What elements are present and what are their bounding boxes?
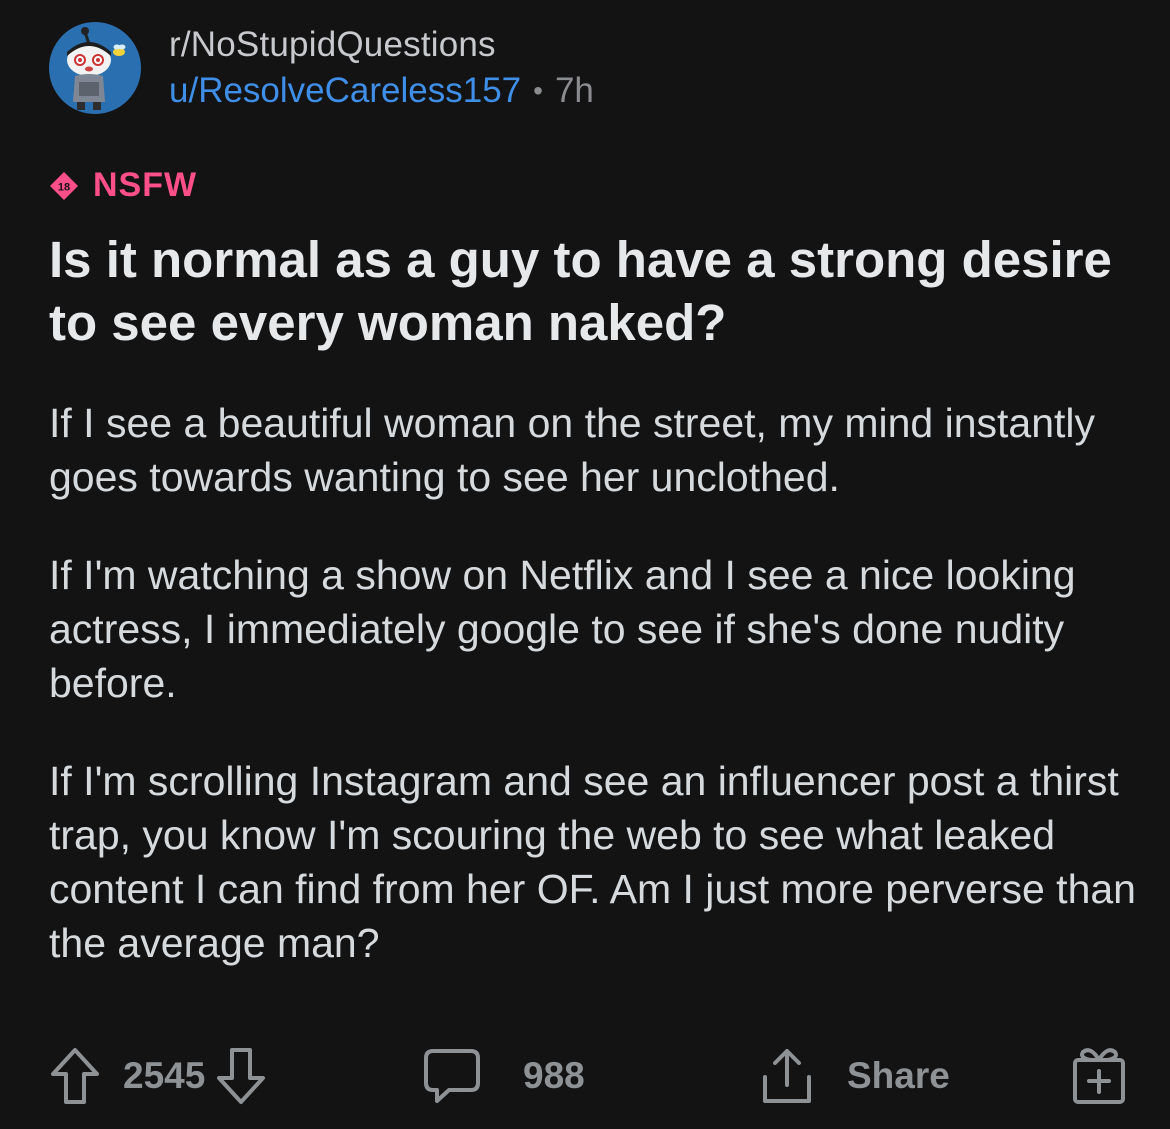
nsfw-18-icon: 18	[50, 171, 78, 200]
award-gift-icon	[1073, 1048, 1125, 1104]
downvote-button[interactable]	[215, 1046, 267, 1106]
post-age: 7h	[554, 71, 594, 110]
post-meta: r/NoStupidQuestions u/ResolveCareless157…	[169, 22, 594, 114]
share-button[interactable]: Share	[757, 1038, 950, 1114]
avatar-snoo-icon	[67, 27, 126, 110]
share-icon	[763, 1049, 811, 1103]
body-paragraph: If I see a beautiful woman on the street…	[49, 400, 1096, 500]
downvote-arrow-icon	[217, 1048, 266, 1104]
award-button[interactable]	[1069, 1038, 1129, 1114]
vote-group: 2545	[49, 1038, 267, 1114]
post-title[interactable]: Is it normal as a guy to have a strong d…	[49, 228, 1129, 354]
upvote-button[interactable]	[49, 1046, 101, 1106]
comment-count: 988	[523, 1055, 585, 1096]
nsfw-badge-text: 18	[58, 181, 70, 193]
username-link[interactable]: u/ResolveCareless157	[169, 68, 521, 114]
post-header: r/NoStupidQuestions u/ResolveCareless157…	[49, 22, 594, 114]
body-paragraph: If I'm watching a show on Netflix and I …	[49, 552, 1076, 706]
post-actions-bar: 2545 988 Share	[49, 1038, 1129, 1114]
comment-bubble-icon	[424, 1049, 480, 1103]
comments-button[interactable]: 988	[421, 1038, 585, 1114]
nsfw-tag: 18 NSFW	[49, 166, 197, 205]
share-label: Share	[847, 1055, 950, 1096]
user-line: u/ResolveCareless157 • 7h	[169, 68, 594, 114]
nsfw-label: NSFW	[93, 166, 198, 204]
upvote-arrow-icon	[51, 1048, 99, 1104]
user-avatar[interactable]	[49, 22, 141, 114]
meta-separator: •	[533, 75, 543, 106]
body-paragraph: If I'm scrolling Instagram and see an in…	[49, 758, 1136, 966]
subreddit-link[interactable]: r/NoStupidQuestions	[169, 22, 594, 68]
upvote-count: 2545	[123, 1055, 206, 1096]
post-body: If I see a beautiful woman on the street…	[49, 396, 1139, 1014]
